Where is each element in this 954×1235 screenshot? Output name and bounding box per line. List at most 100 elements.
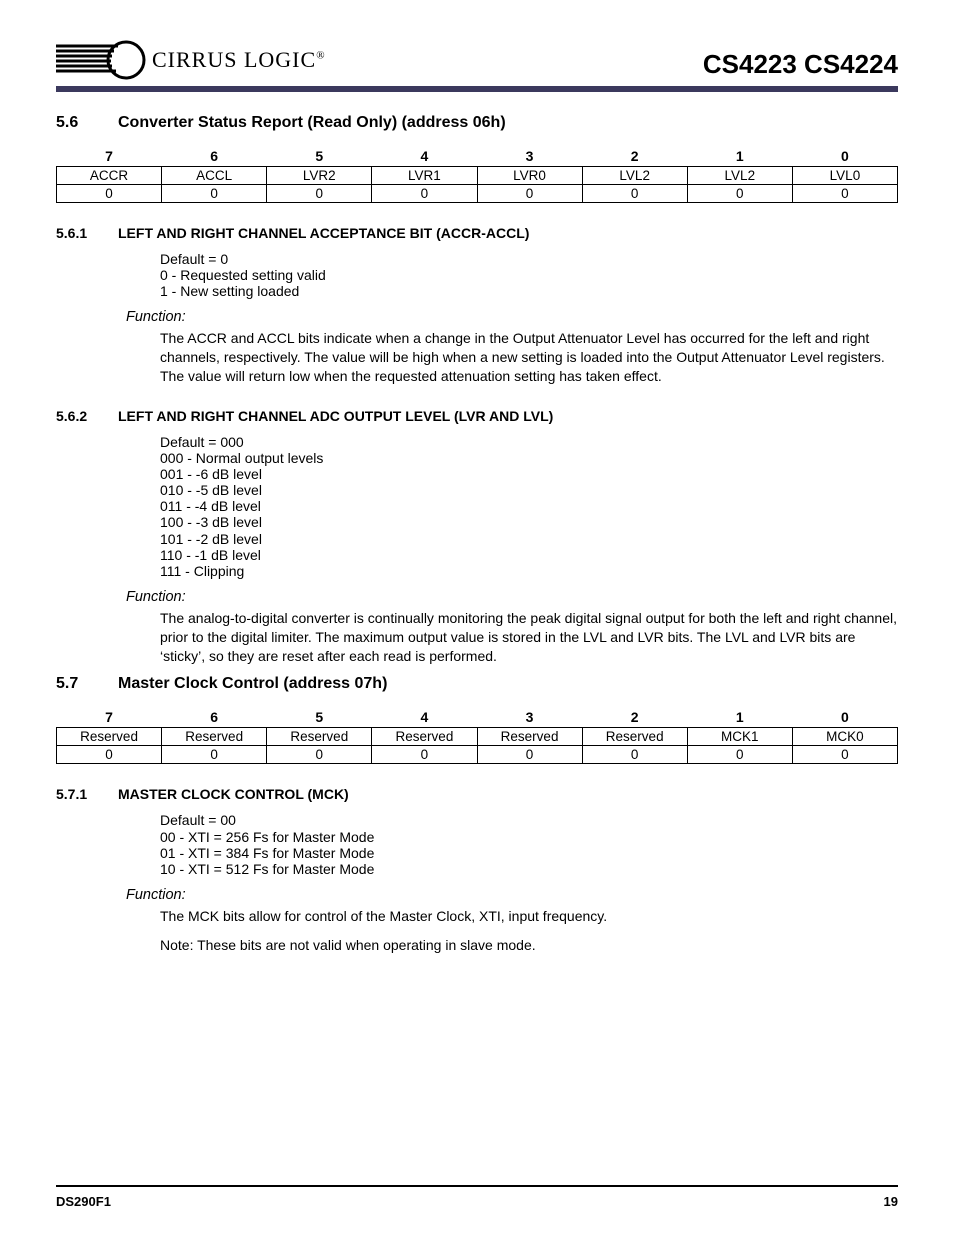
bit-index: 6 [162, 146, 267, 167]
bit-name: Reserved [477, 728, 582, 746]
function-label: Function: [126, 589, 898, 605]
bit-name: MCK0 [792, 728, 897, 746]
cirrus-logo-icon [56, 40, 146, 80]
product-code: CS4223 CS4224 [703, 49, 898, 80]
bit-name: ACCR [57, 167, 162, 185]
bit-index-row: 7 6 5 4 3 2 1 0 [57, 707, 898, 728]
defaults-block-5-7-1: Default = 00 00 - XTI = 256 Fs for Maste… [160, 812, 898, 876]
default-line: 01 - XTI = 384 Fs for Master Mode [160, 845, 898, 861]
bit-name-row: ACCR ACCL LVR2 LVR1 LVR0 LVL2 LVL2 LVL0 [57, 167, 898, 185]
bit-name: LVL2 [582, 167, 687, 185]
defaults-block-5-6-2: Default = 000 000 - Normal output levels… [160, 434, 898, 579]
default-line: 100 - -3 dB level [160, 514, 898, 530]
bit-value: 0 [162, 185, 267, 203]
bit-index: 7 [57, 707, 162, 728]
subsection-title: LEFT AND RIGHT CHANNEL ACCEPTANCE BIT (A… [118, 225, 529, 241]
subsection-number: 5.6.2 [56, 408, 118, 424]
logo-text-label: CIRRUS LOGIC [152, 47, 316, 72]
bit-value: 0 [267, 185, 372, 203]
bit-index: 1 [687, 146, 792, 167]
logo-text: CIRRUS LOGIC® [152, 47, 326, 73]
default-line: 1 - New setting loaded [160, 283, 898, 299]
bit-name: MCK1 [687, 728, 792, 746]
bit-name: Reserved [267, 728, 372, 746]
page: CIRRUS LOGIC® CS4223 CS4224 5.6 Converte… [0, 0, 954, 1235]
default-line: 011 - -4 dB level [160, 498, 898, 514]
defaults-block-5-6-1: Default = 0 0 - Requested setting valid … [160, 251, 898, 299]
bit-value: 0 [57, 185, 162, 203]
bit-value: 0 [582, 746, 687, 764]
page-header: CIRRUS LOGIC® CS4223 CS4224 [56, 40, 898, 80]
bit-value: 0 [372, 746, 477, 764]
default-line: Default = 00 [160, 812, 898, 828]
bit-value: 0 [582, 185, 687, 203]
default-line: 010 - -5 dB level [160, 482, 898, 498]
bit-index: 1 [687, 707, 792, 728]
default-line: 111 - Clipping [160, 563, 898, 579]
bit-index: 2 [582, 146, 687, 167]
function-label: Function: [126, 887, 898, 903]
default-line: 001 - -6 dB level [160, 466, 898, 482]
subsection-number: 5.6.1 [56, 225, 118, 241]
bit-name: LVL0 [792, 167, 897, 185]
bit-name: Reserved [162, 728, 267, 746]
bit-index: 4 [372, 146, 477, 167]
bit-value: 0 [792, 185, 897, 203]
bit-name-row: Reserved Reserved Reserved Reserved Rese… [57, 728, 898, 746]
bit-value: 0 [687, 746, 792, 764]
default-line: 000 - Normal output levels [160, 450, 898, 466]
footer-page-number: 19 [884, 1194, 898, 1209]
page-footer: DS290F1 19 [56, 1194, 898, 1209]
subsection-number: 5.7.1 [56, 786, 118, 802]
footer-doc-id: DS290F1 [56, 1194, 111, 1209]
bit-value: 0 [477, 746, 582, 764]
default-line: 101 - -2 dB level [160, 531, 898, 547]
bit-value: 0 [57, 746, 162, 764]
subsection-heading-5-7-1: 5.7.1 MASTER CLOCK CONTROL (MCK) [56, 786, 898, 802]
bit-value: 0 [267, 746, 372, 764]
subsection-title: LEFT AND RIGHT CHANNEL ADC OUTPUT LEVEL … [118, 408, 553, 424]
function-body: The ACCR and ACCL bits indicate when a c… [160, 329, 898, 386]
subsection-heading-5-6-2: 5.6.2 LEFT AND RIGHT CHANNEL ADC OUTPUT … [56, 408, 898, 424]
section-heading-5-7: 5.7 Master Clock Control (address 07h) [56, 675, 898, 693]
bit-value-row: 0 0 0 0 0 0 0 0 [57, 746, 898, 764]
bit-value: 0 [792, 746, 897, 764]
bit-index: 3 [477, 146, 582, 167]
subsection-heading-5-6-1: 5.6.1 LEFT AND RIGHT CHANNEL ACCEPTANCE … [56, 225, 898, 241]
register-table-06h: 7 6 5 4 3 2 1 0 ACCR ACCL LVR2 LVR1 LVR0… [56, 146, 898, 203]
register-table-07h: 7 6 5 4 3 2 1 0 Reserved Reserved Reserv… [56, 707, 898, 764]
bit-index: 3 [477, 707, 582, 728]
bit-name: LVR0 [477, 167, 582, 185]
bit-name: Reserved [582, 728, 687, 746]
bit-name: Reserved [372, 728, 477, 746]
footer-rule [56, 1185, 898, 1187]
bit-index: 0 [792, 146, 897, 167]
bit-index: 5 [267, 707, 372, 728]
bit-name: Reserved [57, 728, 162, 746]
subsection-title: MASTER CLOCK CONTROL (MCK) [118, 786, 349, 802]
bit-index: 2 [582, 707, 687, 728]
bit-index: 4 [372, 707, 477, 728]
bit-name: LVR2 [267, 167, 372, 185]
default-line: 0 - Requested setting valid [160, 267, 898, 283]
bit-value: 0 [372, 185, 477, 203]
section-title: Master Clock Control (address 07h) [118, 675, 387, 693]
default-line: 10 - XTI = 512 Fs for Master Mode [160, 861, 898, 877]
section-number: 5.6 [56, 114, 118, 132]
bit-index: 6 [162, 707, 267, 728]
bit-name: LVR1 [372, 167, 477, 185]
function-body: The analog-to-digital converter is conti… [160, 609, 898, 666]
section-number: 5.7 [56, 675, 118, 693]
section-title: Converter Status Report (Read Only) (add… [118, 114, 506, 132]
bit-index: 0 [792, 707, 897, 728]
section-heading-5-6: 5.6 Converter Status Report (Read Only) … [56, 114, 898, 132]
bit-name: LVL2 [687, 167, 792, 185]
registered-mark: ® [316, 50, 325, 62]
bit-name: ACCL [162, 167, 267, 185]
logo-block: CIRRUS LOGIC® [56, 40, 326, 80]
bit-index: 7 [57, 146, 162, 167]
header-rule [56, 86, 898, 92]
function-note: Note: These bits are not valid when oper… [160, 936, 898, 955]
bit-index-row: 7 6 5 4 3 2 1 0 [57, 146, 898, 167]
default-line: 110 - -1 dB level [160, 547, 898, 563]
